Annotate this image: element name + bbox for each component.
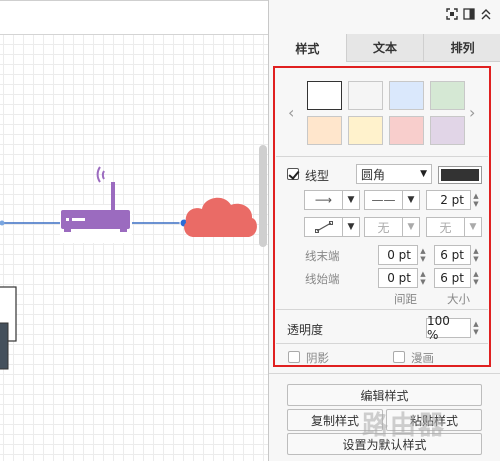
- arrow-right-icon: ⟶: [305, 191, 343, 209]
- style-swatch[interactable]: [307, 81, 342, 110]
- style-swatch[interactable]: [348, 81, 383, 110]
- style-swatch[interactable]: [307, 116, 342, 145]
- line-label: 线型: [305, 169, 330, 183]
- line-start-size-stepper-icon[interactable]: ▲ ▼: [471, 268, 481, 288]
- panel-tabs: 样式 文本 排列: [269, 34, 500, 62]
- chevron-down-icon: ▼: [407, 222, 415, 232]
- sketch-checkbox[interactable]: [393, 351, 405, 363]
- line-end-spacing-input[interactable]: 0 pt: [378, 245, 418, 265]
- line-start-value: 无: [365, 218, 403, 236]
- line-end-size-stepper-icon[interactable]: ▲ ▼: [471, 245, 481, 265]
- tab-text[interactable]: 文本: [345, 34, 424, 62]
- tab-style[interactable]: 样式: [269, 34, 346, 62]
- line-end-size-input[interactable]: 6 pt: [434, 245, 471, 265]
- chevron-down-icon: ▼: [407, 195, 415, 205]
- diagram-svg: [0, 166, 257, 370]
- opacity-stepper-icon[interactable]: ▲ ▼: [471, 318, 481, 338]
- partial-shape[interactable]: [0, 286, 17, 370]
- cloud-shape[interactable]: [184, 197, 257, 237]
- line-pattern-dropdown[interactable]: ⟶ ▼: [304, 190, 360, 210]
- line-start-dropdown[interactable]: 无 ▼: [364, 217, 420, 237]
- divider: [269, 373, 500, 374]
- style-swatch[interactable]: [430, 81, 465, 110]
- line-style-value: 圆角: [361, 167, 386, 182]
- line-end-label: 线末端: [305, 249, 340, 263]
- vertical-scrollbar[interactable]: [259, 145, 267, 247]
- chevron-down-icon: ▼: [420, 169, 427, 179]
- line-end-spacing-stepper-icon[interactable]: ▲ ▼: [418, 245, 428, 265]
- chevron-down-icon: ▼: [469, 222, 477, 232]
- waypoint-dropdown[interactable]: ▼: [304, 217, 360, 237]
- spacing-header: 间距: [394, 292, 417, 306]
- fullscreen-icon[interactable]: [446, 8, 458, 20]
- chevron-down-icon: ▼: [347, 222, 355, 232]
- line-end-value: 无: [427, 218, 465, 236]
- line-width-input[interactable]: 2 pt: [426, 190, 471, 210]
- chevron-down-icon: ▼: [347, 195, 355, 205]
- line-width-stepper-icon[interactable]: ▲ ▼: [471, 190, 481, 210]
- line-end-dropdown[interactable]: 无 ▼: [426, 217, 482, 237]
- line-color-fill: [441, 169, 479, 181]
- paste-style-button[interactable]: 粘贴样式: [386, 409, 482, 431]
- line-color-button[interactable]: [438, 166, 482, 184]
- line-dash-dropdown[interactable]: —— ▼: [364, 190, 420, 210]
- line-start-size-input[interactable]: 6 pt: [434, 268, 471, 288]
- router-shape[interactable]: [60, 166, 132, 243]
- line-start-label: 线始端: [305, 272, 340, 286]
- collapse-up-icon[interactable]: [480, 8, 492, 20]
- set-default-style-button[interactable]: 设置为默认样式: [287, 433, 482, 455]
- toggle-panel-icon[interactable]: [463, 8, 475, 20]
- swatch-prev-icon[interactable]: ‹: [288, 103, 294, 122]
- sketch-label: 漫画: [411, 351, 434, 365]
- divider: [276, 343, 488, 344]
- line-start-spacing-stepper-icon[interactable]: ▲ ▼: [418, 268, 428, 288]
- tab-arrange[interactable]: 排列: [423, 34, 500, 62]
- shadow-checkbox[interactable]: [288, 351, 300, 363]
- swatch-next-icon[interactable]: ›: [469, 103, 475, 122]
- style-swatch[interactable]: [389, 116, 424, 145]
- size-header: 大小: [447, 292, 470, 306]
- diagonal-connector-icon: [305, 218, 343, 236]
- edge-start-handle[interactable]: [0, 220, 5, 226]
- copy-style-button[interactable]: 复制样式: [287, 409, 383, 431]
- style-swatch[interactable]: [430, 116, 465, 145]
- edit-style-button[interactable]: 编辑样式: [287, 384, 482, 406]
- diagram-canvas[interactable]: [0, 0, 268, 461]
- solid-line-icon: ——: [365, 191, 403, 209]
- line-checkbox[interactable]: [287, 168, 299, 180]
- style-swatch[interactable]: [389, 81, 424, 110]
- opacity-input[interactable]: 100 %: [426, 314, 471, 342]
- panel-window-controls: [446, 8, 492, 20]
- opacity-label: 透明度: [287, 323, 324, 337]
- divider: [276, 309, 488, 310]
- line-start-spacing-input[interactable]: 0 pt: [378, 268, 418, 288]
- line-style-select[interactable]: 圆角 ▼: [356, 164, 432, 184]
- style-swatch[interactable]: [348, 116, 383, 145]
- shadow-label: 阴影: [306, 351, 329, 365]
- divider: [276, 156, 488, 157]
